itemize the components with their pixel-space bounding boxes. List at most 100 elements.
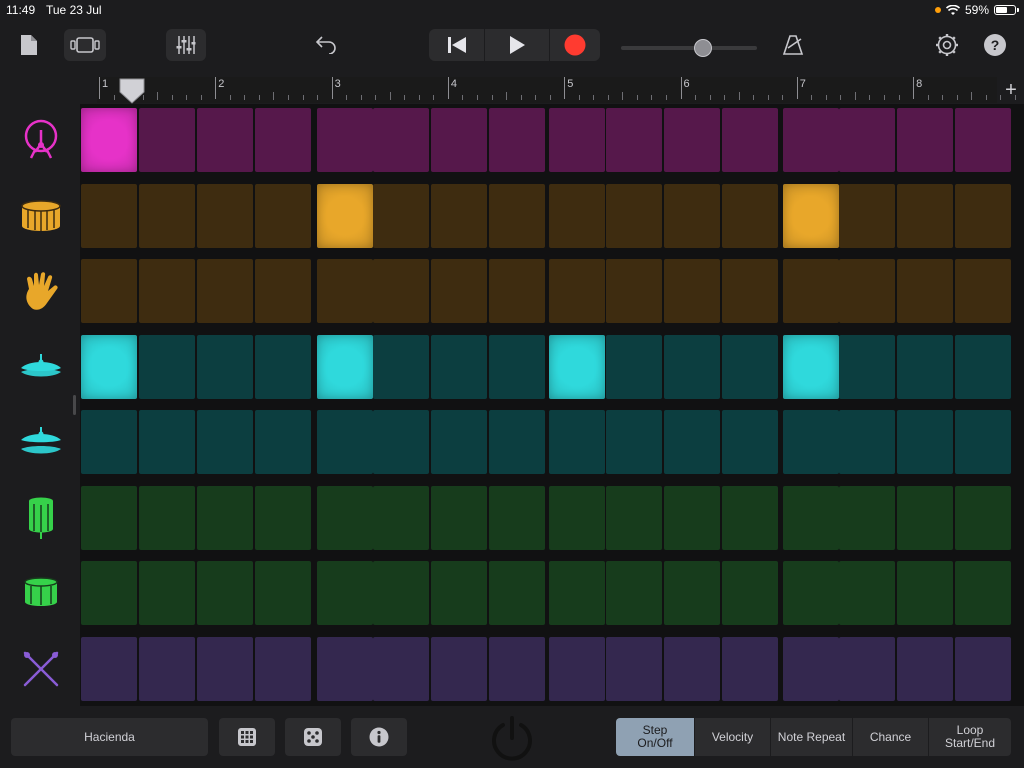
step-cell-hihat-open-1[interactable]	[81, 410, 137, 474]
step-cell-hihat-open-8[interactable]	[489, 410, 545, 474]
step-cell-kick-6[interactable]	[373, 108, 429, 172]
step-cell-sticks-5[interactable]	[317, 636, 373, 701]
help-button[interactable]: ?	[984, 34, 1006, 56]
step-cell-sticks-13[interactable]	[783, 636, 839, 701]
step-cell-clap-11[interactable]	[664, 259, 720, 323]
step-cell-hihat-closed-12[interactable]	[722, 334, 778, 399]
step-cell-hihat-closed-13[interactable]	[783, 334, 839, 399]
step-cell-clap-12[interactable]	[722, 259, 778, 323]
step-cell-clap-7[interactable]	[431, 259, 487, 323]
playhead-icon[interactable]	[119, 78, 145, 104]
step-cell-tom-low-12[interactable]	[722, 561, 778, 625]
step-cell-tom-low-4[interactable]	[255, 561, 311, 625]
step-cell-snare-5[interactable]	[317, 183, 373, 248]
step-cell-kick-15[interactable]	[897, 108, 953, 172]
master-volume-slider[interactable]	[621, 39, 757, 57]
step-cell-tom-low-10[interactable]	[606, 561, 662, 625]
step-cell-kick-10[interactable]	[606, 108, 662, 172]
step-cell-clap-15[interactable]	[897, 259, 953, 323]
clap-hand-icon[interactable]	[15, 265, 67, 317]
step-cell-kick-7[interactable]	[431, 108, 487, 172]
step-cell-tom-high-1[interactable]	[81, 485, 137, 550]
step-cell-hihat-closed-16[interactable]	[955, 334, 1011, 399]
step-cell-tom-high-7[interactable]	[431, 485, 487, 550]
step-cell-clap-14[interactable]	[839, 259, 895, 323]
rewind-button[interactable]	[429, 29, 485, 61]
step-cell-snare-1[interactable]	[81, 183, 137, 248]
info-button[interactable]	[351, 718, 407, 756]
step-cell-kick-16[interactable]	[955, 108, 1011, 172]
step-cell-hihat-open-3[interactable]	[197, 410, 253, 474]
step-cell-kick-12[interactable]	[722, 108, 778, 172]
step-cell-snare-7[interactable]	[431, 183, 487, 248]
document-button[interactable]	[14, 30, 44, 60]
step-cell-snare-8[interactable]	[489, 183, 545, 248]
step-cell-tom-low-15[interactable]	[897, 561, 953, 625]
step-cell-tom-high-8[interactable]	[489, 485, 545, 550]
volume-knob[interactable]	[693, 39, 712, 57]
step-cell-snare-15[interactable]	[897, 183, 953, 248]
mode-loop-start-end[interactable]: Loop Start/End	[929, 718, 1011, 756]
tom-low-icon[interactable]	[15, 567, 67, 619]
step-cell-hihat-open-4[interactable]	[255, 410, 311, 474]
step-cell-sticks-9[interactable]	[549, 636, 605, 701]
mode-chance[interactable]: Chance	[853, 718, 929, 756]
randomize-button[interactable]	[285, 718, 341, 756]
step-cell-hihat-closed-14[interactable]	[839, 334, 895, 399]
step-cell-clap-3[interactable]	[197, 259, 253, 323]
step-cell-clap-9[interactable]	[549, 259, 605, 323]
mode-note-repeat[interactable]: Note Repeat	[771, 718, 853, 756]
step-cell-sticks-16[interactable]	[955, 636, 1011, 701]
step-cell-snare-2[interactable]	[139, 183, 195, 248]
step-cell-clap-5[interactable]	[317, 259, 373, 323]
step-cell-tom-low-2[interactable]	[139, 561, 195, 625]
step-cell-hihat-closed-6[interactable]	[373, 334, 429, 399]
step-cell-sticks-1[interactable]	[81, 636, 137, 701]
step-cell-snare-10[interactable]	[606, 183, 662, 248]
step-cell-tom-low-13[interactable]	[783, 561, 839, 625]
step-cell-clap-1[interactable]	[81, 259, 137, 323]
step-cell-clap-2[interactable]	[139, 259, 195, 323]
step-cell-tom-high-6[interactable]	[373, 485, 429, 550]
step-cell-kick-4[interactable]	[255, 108, 311, 172]
step-cell-tom-high-9[interactable]	[549, 485, 605, 550]
step-cell-kick-9[interactable]	[549, 108, 605, 172]
step-cell-tom-low-1[interactable]	[81, 561, 137, 625]
step-cell-sticks-11[interactable]	[664, 636, 720, 701]
tracks-view-button[interactable]	[64, 29, 106, 61]
step-cell-tom-low-6[interactable]	[373, 561, 429, 625]
undo-button[interactable]	[311, 30, 341, 60]
step-cell-tom-low-7[interactable]	[431, 561, 487, 625]
step-cell-snare-6[interactable]	[373, 183, 429, 248]
step-cell-tom-low-9[interactable]	[549, 561, 605, 625]
step-cell-tom-high-11[interactable]	[664, 485, 720, 550]
step-cell-tom-high-2[interactable]	[139, 485, 195, 550]
step-cell-hihat-closed-7[interactable]	[431, 334, 487, 399]
metronome-button[interactable]	[778, 30, 808, 60]
step-cell-tom-high-12[interactable]	[722, 485, 778, 550]
step-cell-tom-high-4[interactable]	[255, 485, 311, 550]
step-cell-snare-3[interactable]	[197, 183, 253, 248]
step-cell-hihat-closed-5[interactable]	[317, 334, 373, 399]
step-cell-sticks-3[interactable]	[197, 636, 253, 701]
step-cell-hihat-closed-11[interactable]	[664, 334, 720, 399]
crossed-sticks-icon[interactable]	[15, 643, 67, 695]
kick-drum-icon[interactable]	[15, 114, 67, 166]
step-cell-hihat-open-2[interactable]	[139, 410, 195, 474]
step-cell-hihat-open-15[interactable]	[897, 410, 953, 474]
tom-high-icon[interactable]	[15, 492, 67, 544]
step-cell-clap-4[interactable]	[255, 259, 311, 323]
step-cell-tom-high-13[interactable]	[783, 485, 839, 550]
step-cell-hihat-closed-3[interactable]	[197, 334, 253, 399]
step-cell-tom-low-3[interactable]	[197, 561, 253, 625]
step-cell-snare-16[interactable]	[955, 183, 1011, 248]
step-cell-kick-11[interactable]	[664, 108, 720, 172]
step-cell-kick-14[interactable]	[839, 108, 895, 172]
step-cell-sticks-10[interactable]	[606, 636, 662, 701]
step-cell-kick-8[interactable]	[489, 108, 545, 172]
step-cell-sticks-15[interactable]	[897, 636, 953, 701]
step-cell-hihat-open-11[interactable]	[664, 410, 720, 474]
add-bar-button[interactable]: +	[1000, 77, 1022, 103]
play-button[interactable]	[485, 29, 550, 61]
timeline-ruler[interactable]: 1 2 3 4 5 6 7 8	[97, 77, 1016, 103]
